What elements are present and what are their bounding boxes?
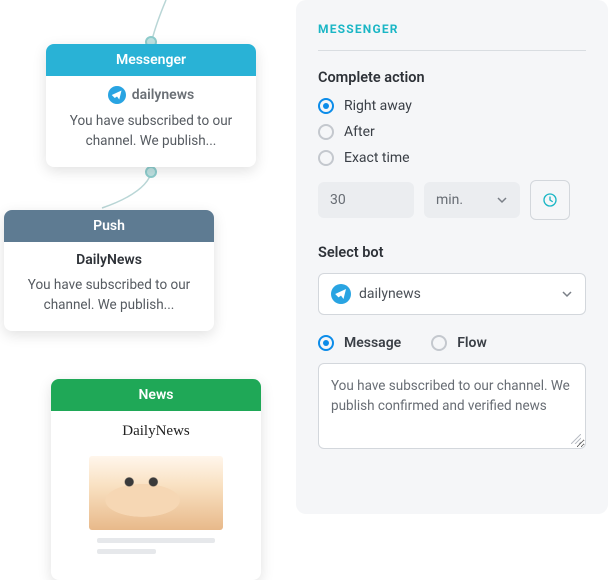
radio-after[interactable]: After	[318, 124, 586, 140]
node-header: Messenger	[46, 44, 256, 76]
clock-icon	[541, 191, 559, 209]
radio-right-away[interactable]: Right away	[318, 98, 586, 114]
telegram-icon	[331, 284, 351, 304]
radio-label: Exact time	[344, 150, 410, 166]
news-image-wrap	[83, 450, 229, 562]
message-text: You have subscribed to our channel. We p…	[331, 378, 570, 414]
node-card-messenger[interactable]: Messenger dailynews You have subscribed …	[46, 44, 256, 167]
delay-unit-select[interactable]: min.	[424, 182, 520, 218]
radio-message[interactable]: Message	[318, 335, 401, 351]
select-bot-label: Select bot	[318, 244, 586, 261]
bot-select[interactable]: dailynews	[318, 273, 586, 315]
node-subtitle: DailyNews	[4, 242, 214, 270]
news-body: DailyNews	[51, 411, 261, 580]
node-body: You have subscribed to our channel. We p…	[46, 106, 256, 167]
radio-icon	[318, 335, 334, 351]
delay-value-input[interactable]: 30	[318, 182, 414, 218]
bot-select-value: dailynews	[359, 286, 421, 302]
radio-icon	[318, 150, 334, 166]
message-textarea[interactable]: You have subscribed to our channel. We p…	[318, 363, 586, 449]
news-placeholder-lines	[97, 538, 215, 554]
news-image	[89, 456, 223, 530]
node-subtitle: dailynews	[46, 76, 256, 106]
node-dot-push	[145, 166, 157, 178]
radio-label: After	[344, 124, 375, 140]
radio-icon	[431, 335, 447, 351]
settings-panel: MESSENGER Complete action Right away Aft…	[296, 0, 608, 514]
radio-icon	[318, 98, 334, 114]
clock-button[interactable]	[530, 180, 570, 220]
node-body: You have subscribed to our channel. We p…	[4, 270, 214, 331]
chevron-down-icon	[496, 194, 508, 206]
radio-exact-time[interactable]: Exact time	[318, 150, 586, 166]
message-type-row: Message Flow	[318, 335, 586, 351]
chevron-down-icon	[561, 288, 573, 300]
node-header: Push	[4, 210, 214, 242]
time-row: 30 min.	[318, 180, 586, 220]
radio-icon	[318, 124, 334, 140]
delay-value-text: 30	[330, 192, 346, 208]
radio-flow[interactable]: Flow	[431, 335, 487, 351]
resize-grip-icon	[571, 434, 581, 444]
node-card-push[interactable]: Push DailyNews You have subscribed to ou…	[4, 210, 214, 331]
complete-action-label: Complete action	[318, 69, 586, 86]
news-title: DailyNews	[75, 423, 237, 440]
delay-unit-text: min.	[436, 192, 463, 208]
radio-label: Message	[344, 335, 401, 351]
panel-title: MESSENGER	[318, 22, 586, 51]
radio-label: Flow	[457, 335, 487, 351]
telegram-icon	[108, 86, 126, 104]
node-bot-name: dailynews	[132, 87, 195, 103]
radio-label: Right away	[344, 98, 412, 114]
node-header: News	[51, 379, 261, 411]
node-push-title: DailyNews	[76, 252, 142, 268]
node-card-news[interactable]: News DailyNews	[51, 379, 261, 580]
